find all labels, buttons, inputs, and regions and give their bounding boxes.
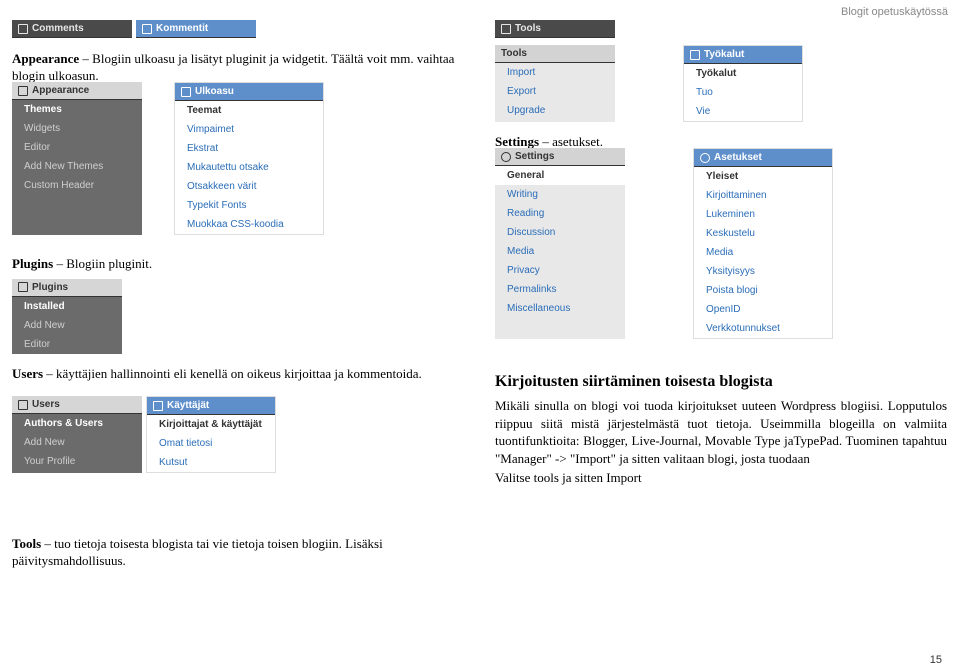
sidebar-item[interactable]: Ekstrat [175, 139, 323, 158]
sidebar-item[interactable]: Vimpaimet [175, 120, 323, 139]
users-description: Users – käyttäjien hallinnointi eli kene… [12, 366, 472, 383]
settings-head-en: Settings [515, 151, 554, 162]
sidebar-item[interactable]: Kutsut [147, 453, 275, 472]
plugins-description: Plugins – Blogiin pluginit. [12, 256, 472, 273]
sidebar-item[interactable]: Keskustelu [694, 224, 832, 243]
sidebar-item[interactable]: Reading [495, 204, 625, 223]
tools-description: Tools – tuo tietoja toisesta blogista ta… [12, 536, 472, 570]
users-head-en: Users [32, 399, 60, 410]
tools-submenu-en[interactable]: Tools Import Export Upgrade [495, 45, 615, 122]
sidebar-item[interactable]: Mukautettu otsake [175, 158, 323, 177]
appearance-icon [181, 87, 191, 97]
sidebar-item[interactable]: Add New Themes [12, 157, 142, 176]
appearance-menu-en[interactable]: Appearance Themes Widgets Editor Add New… [12, 82, 142, 235]
comment-icon [18, 24, 28, 34]
sidebar-item[interactable]: Työkalut [684, 64, 802, 83]
sidebar-item[interactable]: Import [495, 63, 615, 82]
sidebar-item[interactable]: Lukeminen [694, 205, 832, 224]
users-head-fi: Käyttäjät [167, 400, 209, 411]
tools-sub-head: Tools [501, 48, 527, 59]
sidebar-item[interactable]: Typekit Fonts [175, 196, 323, 215]
appearance-icon [18, 86, 28, 96]
settings-menu-fi[interactable]: Asetukset Yleiset Kirjoittaminen Lukemin… [693, 148, 833, 339]
sidebar-item[interactable]: Yksityisyys [694, 262, 832, 281]
sidebar-item[interactable]: Custom Header [12, 176, 142, 195]
sidebar-item[interactable]: Verkkotunnukset [694, 319, 832, 338]
plugin-icon [18, 282, 28, 292]
gear-icon [501, 152, 511, 162]
users-menu-fi[interactable]: Käyttäjät Kirjoittajat & käyttäjät Omat … [146, 396, 276, 473]
document-header: Blogit opetuskäytössä [841, 6, 948, 18]
appearance-head-fi: Ulkoasu [195, 86, 234, 97]
tools-icon [501, 24, 511, 34]
sidebar-item[interactable]: Authors & Users [12, 414, 142, 433]
sidebar-item[interactable]: OpenID [694, 300, 832, 319]
sidebar-item[interactable]: Omat tietosi [147, 434, 275, 453]
sidebar-item[interactable]: Themes [12, 100, 142, 119]
sidebar-item[interactable]: Upgrade [495, 101, 615, 120]
sidebar-item[interactable]: Poista blogi [694, 281, 832, 300]
sidebar-item[interactable]: Discussion [495, 223, 625, 242]
sidebar-item[interactable]: Muokkaa CSS-koodia [175, 215, 323, 234]
article-body: Mikäli sinulla on blogi voi tuoda kirjoi… [495, 397, 947, 467]
sidebar-item[interactable]: Teemat [175, 101, 323, 120]
tools-menu-fi[interactable]: Työkalut Työkalut Tuo Vie [683, 45, 803, 122]
sidebar-item[interactable]: Editor [12, 138, 142, 157]
sidebar-item[interactable]: Vie [684, 102, 802, 121]
comments-menu-en: Comments [12, 20, 132, 38]
sidebar-item[interactable]: Miscellaneous [495, 299, 625, 318]
comments-label-fi: Kommentit [156, 23, 208, 34]
sidebar-item[interactable]: Add New [12, 316, 122, 335]
settings-menu-en[interactable]: Settings General Writing Reading Discuss… [495, 148, 625, 339]
comment-icon [142, 24, 152, 34]
users-menu-en[interactable]: Users Authors & Users Add New Your Profi… [12, 396, 142, 473]
appearance-description: Appearance – Blogiin ulkoasu ja lisätyt … [12, 51, 472, 85]
sidebar-item[interactable]: Privacy [495, 261, 625, 280]
page-number: 15 [930, 654, 942, 666]
appearance-menu-fi[interactable]: Ulkoasu Teemat Vimpaimet Ekstrat Mukaute… [174, 82, 324, 235]
tools-icon [690, 50, 700, 60]
sidebar-item[interactable]: Otsakkeen värit [175, 177, 323, 196]
plugins-menu-en[interactable]: Plugins Installed Add New Editor [12, 279, 122, 354]
comments-menu-fi: Kommentit [136, 20, 256, 38]
plugins-head: Plugins [32, 282, 68, 293]
sidebar-item[interactable]: Writing [495, 185, 625, 204]
comments-label-en: Comments [32, 23, 84, 34]
users-icon [18, 400, 28, 410]
sidebar-item[interactable]: Media [495, 242, 625, 261]
appearance-head-en: Appearance [32, 85, 89, 96]
settings-head-fi: Asetukset [714, 152, 762, 163]
sidebar-item[interactable]: Yleiset [694, 167, 832, 186]
sidebar-item[interactable]: Your Profile [12, 452, 142, 471]
gear-icon [700, 153, 710, 163]
article-body-2: Valitse tools ja sitten Import [495, 469, 947, 487]
users-icon [153, 401, 163, 411]
tools-head-fi: Työkalut [704, 49, 744, 60]
sidebar-item[interactable]: General [495, 166, 625, 185]
sidebar-item[interactable]: Installed [12, 297, 122, 316]
tools-label: Tools [515, 23, 541, 34]
sidebar-item[interactable]: Kirjoittajat & käyttäjät [147, 415, 275, 434]
sidebar-item[interactable]: Widgets [12, 119, 142, 138]
tools-menu-header-en: Tools [495, 20, 615, 38]
sidebar-item[interactable]: Editor [12, 335, 122, 354]
sidebar-item[interactable]: Export [495, 82, 615, 101]
sidebar-item[interactable]: Kirjoittaminen [694, 186, 832, 205]
sidebar-item[interactable]: Media [694, 243, 832, 262]
sidebar-item[interactable]: Tuo [684, 83, 802, 102]
article-heading: Kirjoitusten siirtäminen toisesta blogis… [495, 373, 947, 391]
sidebar-item[interactable]: Add New [12, 433, 142, 452]
sidebar-item[interactable]: Permalinks [495, 280, 625, 299]
